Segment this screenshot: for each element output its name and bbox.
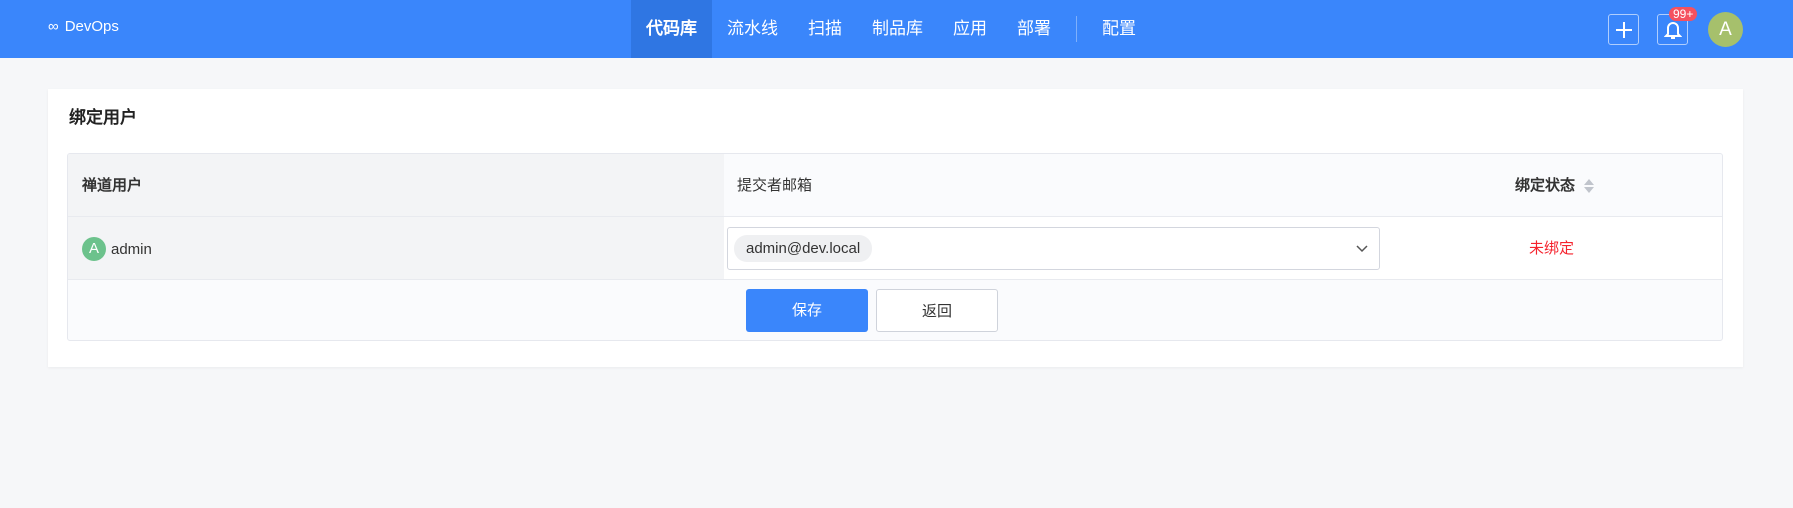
- nav-divider: [1076, 16, 1077, 42]
- top-navbar: ∞ DevOps 代码库 流水线 扫描 制品库 应用 部署 配置 99+ A: [0, 0, 1793, 58]
- status-badge: 未绑定: [1529, 240, 1575, 257]
- logo-text: DevOps: [64, 18, 119, 35]
- bell-icon: [1663, 21, 1682, 39]
- nav-item-scan[interactable]: 扫描: [793, 0, 857, 58]
- main-nav: 代码库 流水线 扫描 制品库 应用 部署 配置: [631, 0, 1151, 58]
- col-header-email: 提交者邮箱: [737, 177, 813, 194]
- save-button[interactable]: 保存: [746, 289, 868, 332]
- bind-users-card: 绑定用户 禅道用户 提交者邮箱 绑定状态 A admin admin@dev.l…: [48, 89, 1743, 367]
- logo[interactable]: ∞ DevOps: [48, 18, 119, 35]
- page-title: 绑定用户: [69, 108, 137, 127]
- col-header-user: 禅道用户: [82, 177, 143, 194]
- nav-item-code-repo[interactable]: 代码库: [631, 0, 712, 58]
- user-name: admin: [111, 240, 152, 258]
- chevron-down-icon: [1356, 245, 1368, 253]
- status-header-label: 绑定状态: [1515, 177, 1576, 194]
- back-button[interactable]: 返回: [876, 289, 998, 332]
- nav-item-config[interactable]: 配置: [1087, 0, 1151, 58]
- email-tag[interactable]: admin@dev.local: [734, 235, 873, 262]
- add-button[interactable]: [1608, 14, 1639, 45]
- user-cell: A admin: [82, 237, 152, 261]
- user-avatar[interactable]: A: [1708, 12, 1743, 47]
- infinity-icon: ∞: [48, 18, 59, 35]
- nav-item-pipeline[interactable]: 流水线: [712, 0, 793, 58]
- email-select[interactable]: admin@dev.local: [727, 227, 1380, 270]
- nav-item-artifacts[interactable]: 制品库: [857, 0, 938, 58]
- nav-item-apps[interactable]: 应用: [938, 0, 1002, 58]
- table-header: [68, 154, 1722, 217]
- user-avatar-small: A: [82, 237, 106, 261]
- nav-item-deploy[interactable]: 部署: [1002, 0, 1066, 58]
- col-header-status[interactable]: 绑定状态: [1515, 154, 1595, 217]
- sort-icon[interactable]: [1583, 178, 1595, 194]
- bind-table: 禅道用户 提交者邮箱 绑定状态 A admin admin@dev.local …: [67, 153, 1723, 341]
- plus-icon: [1615, 21, 1632, 38]
- notification-badge: 99+: [1669, 7, 1698, 21]
